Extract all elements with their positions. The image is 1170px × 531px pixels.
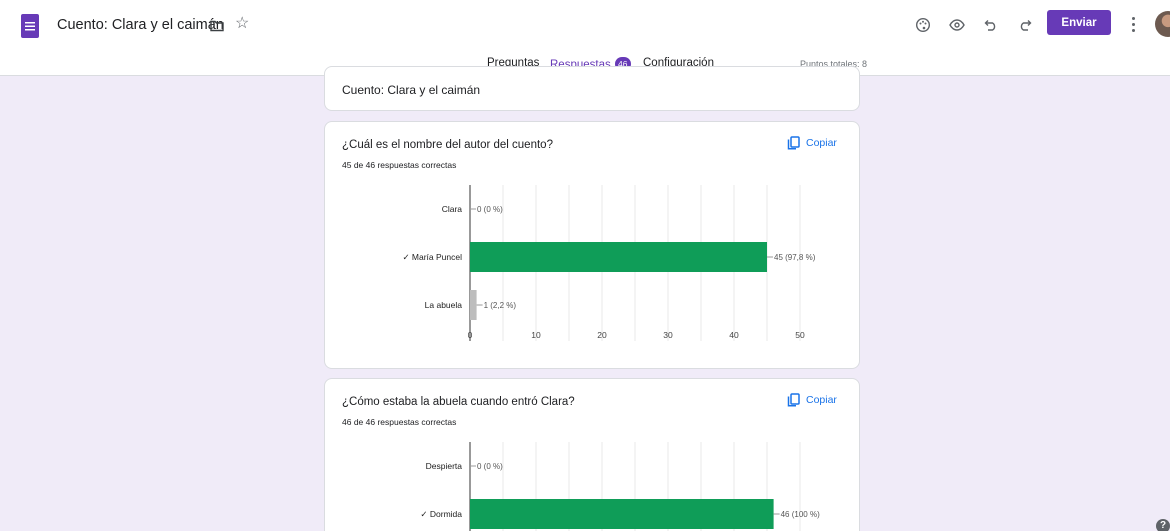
category-label: ✓ Dormida [420, 509, 462, 519]
x-tick-label: 20 [597, 330, 607, 340]
x-tick-label: 0 [468, 330, 473, 340]
category-label: ✓ María Puncel [402, 252, 462, 262]
x-tick-label: 50 [795, 330, 805, 340]
bar-chart: Clara 0 (0 %) ✓ María Puncel 45 (97,8 %) La … [402, 185, 816, 341]
eye-icon[interactable] [944, 12, 970, 38]
forms-icon[interactable] [21, 14, 39, 38]
value-label: 1 (2,2 %) [484, 301, 517, 310]
bar [470, 290, 477, 320]
top-bar: Cuento: Clara y el caimán ☆ Enviar Pregu… [0, 0, 1170, 76]
category-label: La abuela [425, 300, 463, 310]
avatar[interactable] [1155, 11, 1170, 37]
folder-icon[interactable] [210, 20, 224, 32]
x-tick-label: 30 [663, 330, 673, 340]
x-tick-label: 40 [729, 330, 739, 340]
form-title-card: Cuento: Clara y el caimán [324, 66, 860, 111]
category-label: Clara [442, 204, 463, 214]
star-icon[interactable]: ☆ [235, 16, 249, 32]
question-card-2: ¿Cómo estaba la abuela cuando entró Clar… [324, 378, 860, 531]
value-label: 0 (0 %) [477, 205, 503, 214]
value-label: 45 (97,8 %) [774, 253, 816, 262]
value-label: 0 (0 %) [477, 462, 503, 471]
category-label: Despierta [426, 461, 463, 471]
question-card-1: ¿Cuál es el nombre del autor del cuento?… [324, 121, 860, 369]
value-label: 46 (100 %) [781, 510, 820, 519]
palette-icon[interactable] [910, 12, 936, 38]
bar [470, 242, 767, 272]
redo-icon[interactable] [1012, 12, 1038, 38]
more-vert-icon[interactable] [1128, 13, 1138, 35]
undo-icon[interactable] [978, 12, 1004, 38]
bar [470, 499, 774, 529]
bar-chart: Despierta 0 (0 %) ✓ Dormida 46 (100 %) [420, 442, 820, 531]
document-title[interactable]: Cuento: Clara y el caimán [57, 17, 224, 33]
form-title: Cuento: Clara y el caimán [342, 83, 481, 97]
x-tick-label: 10 [531, 330, 541, 340]
help-icon[interactable]: ? [1156, 519, 1170, 531]
send-button[interactable]: Enviar [1047, 10, 1111, 35]
